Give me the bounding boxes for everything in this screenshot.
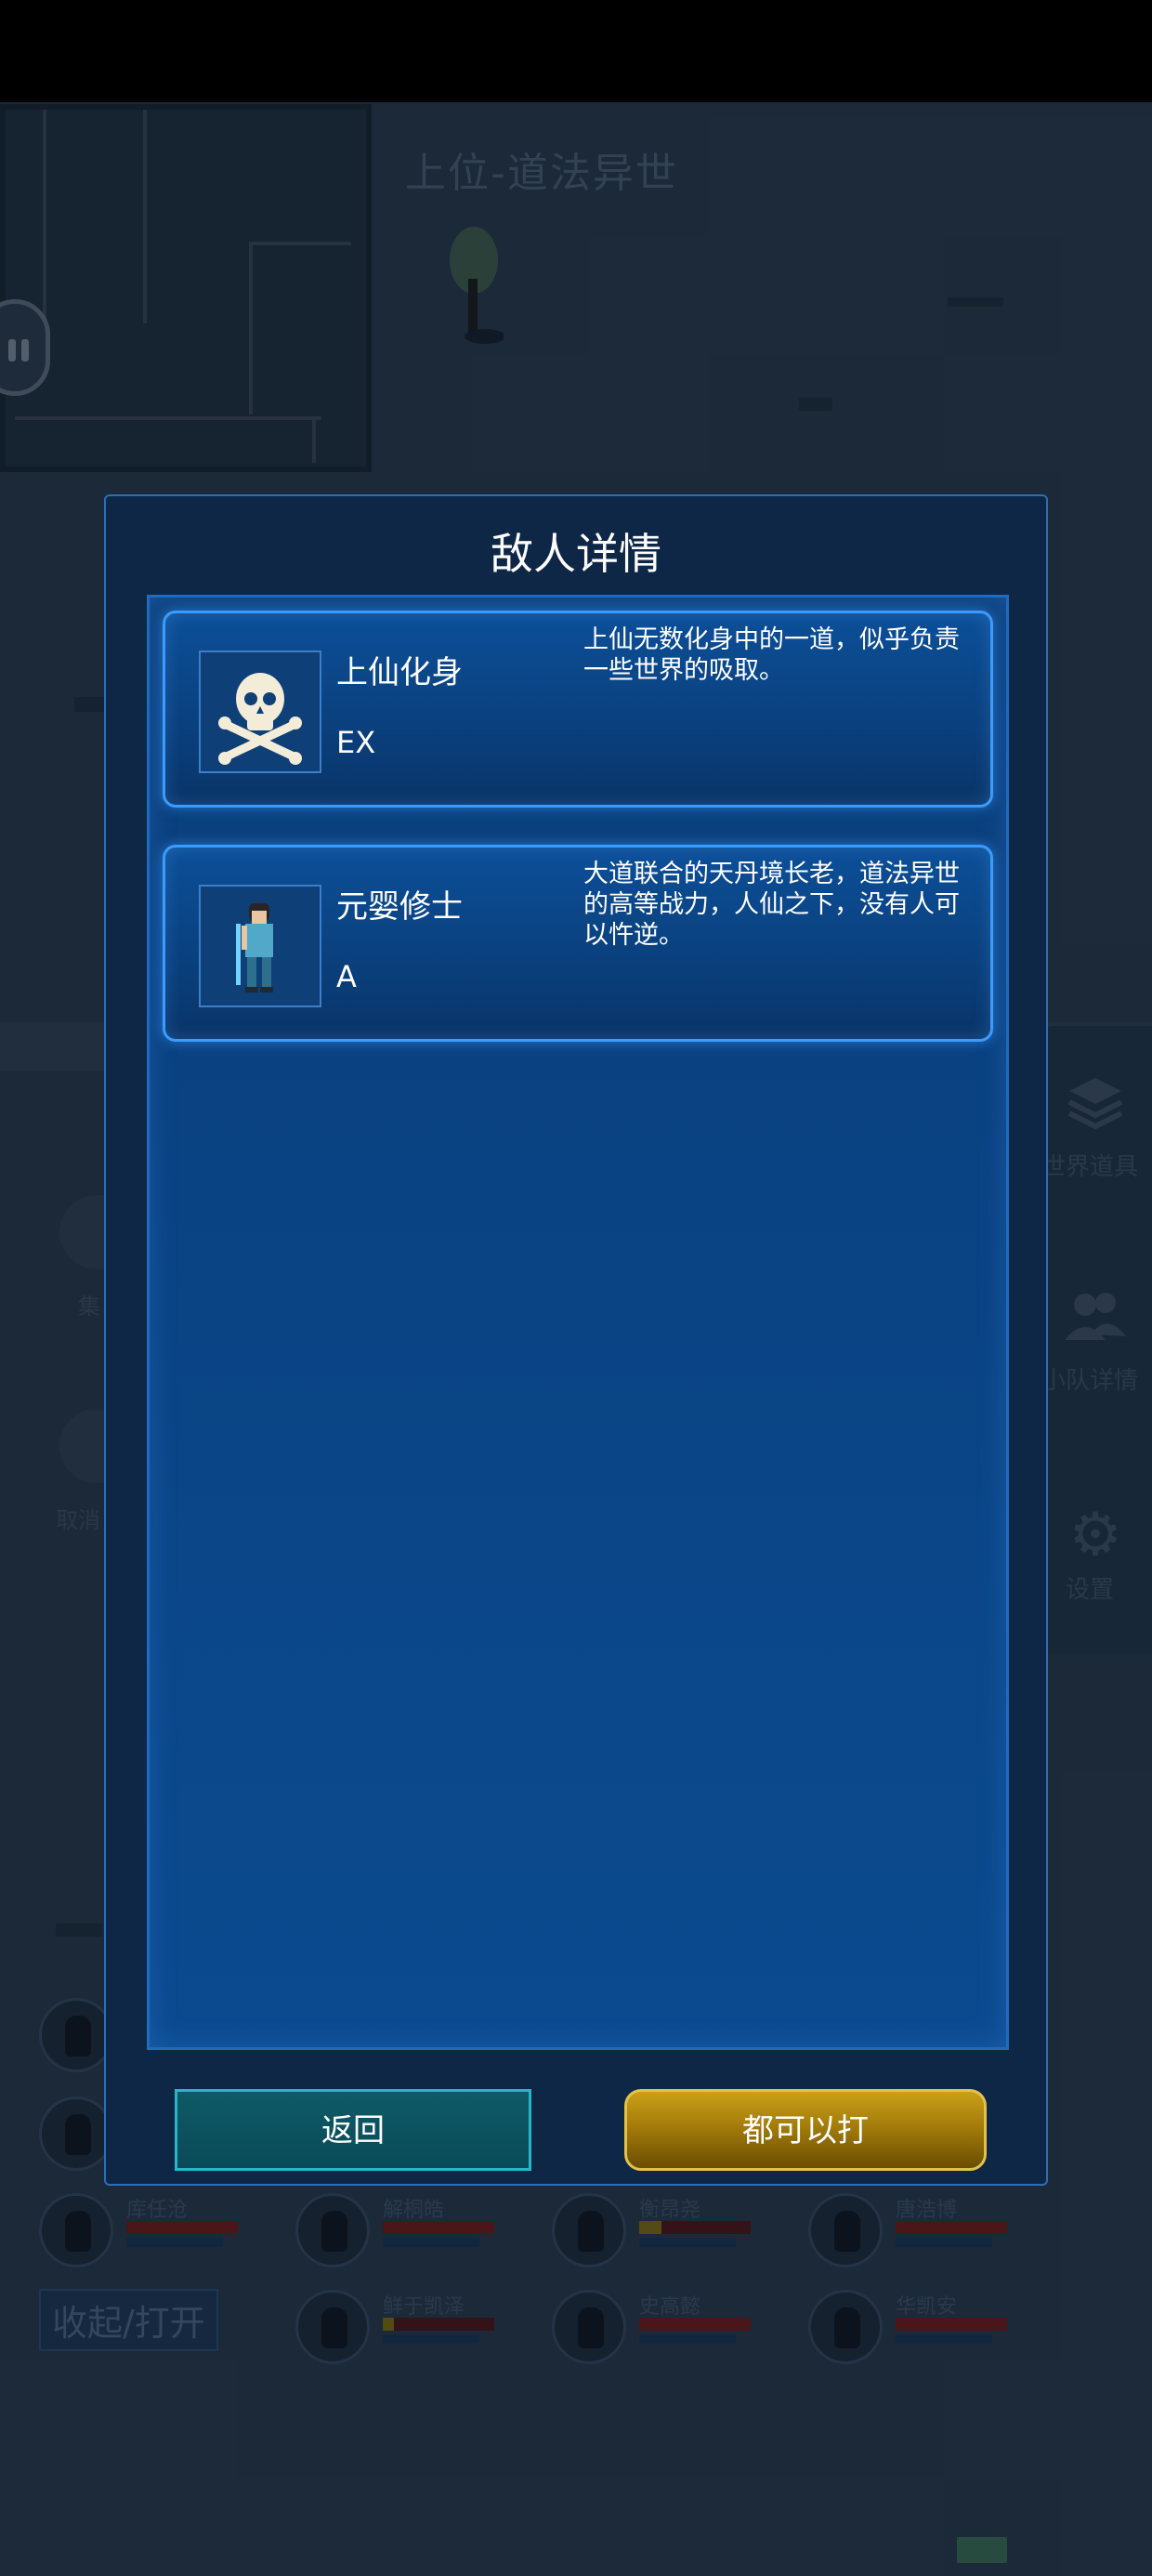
skull-crossbones-icon xyxy=(199,651,321,773)
enemy-name: 上仙化身 xyxy=(336,654,463,691)
enemy-card[interactable]: 上仙化身 EX 上仙无数化身中的一道，似乎负责一些世界的吸取。 xyxy=(163,611,993,808)
enemy-list[interactable]: 上仙化身 EX 上仙无数化身中的一道，似乎负责一些世界的吸取。 元婴修士 A 大… xyxy=(147,595,1009,2050)
enemy-description: 大道联合的天丹境长老，道法异世的高等战力，人仙之下，没有人可以忤逆。 xyxy=(583,860,960,950)
can-fight-all-button[interactable]: 都可以打 xyxy=(624,2089,987,2171)
enemy-details-dialog: 敌人详情 上仙化身 EX 上仙无数化身中的一道，似乎负责一些世界的吸取。 元婴修… xyxy=(104,494,1048,2186)
enemy-card[interactable]: 元婴修士 A 大道联合的天丹境长老，道法异世的高等战力，人仙之下，没有人可以忤逆… xyxy=(163,845,993,1042)
status-bar xyxy=(0,0,1152,102)
enemy-rank: A xyxy=(336,959,357,994)
enemy-rank: EX xyxy=(336,725,376,760)
enemy-description: 上仙无数化身中的一道，似乎负责一些世界的吸取。 xyxy=(583,625,960,685)
enemy-name: 元婴修士 xyxy=(336,888,463,926)
back-button[interactable]: 返回 xyxy=(175,2089,531,2171)
dialog-title: 敌人详情 xyxy=(491,529,661,579)
cultivator-sprite-icon xyxy=(199,885,321,1007)
